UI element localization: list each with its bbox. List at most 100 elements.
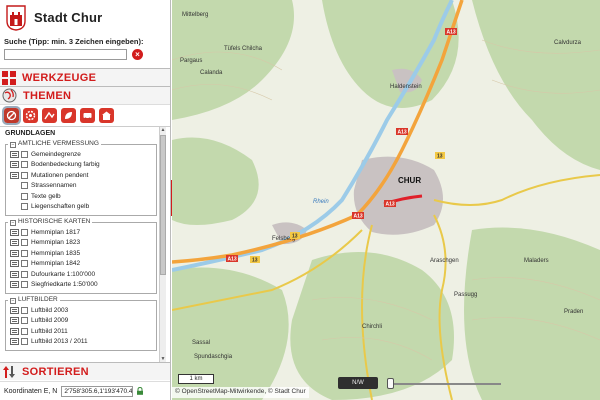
legend-icon[interactable] bbox=[10, 327, 19, 335]
layer-item[interactable]: Bodenbedeckung farbig bbox=[10, 160, 152, 171]
layer-item[interactable]: Luftbild 2003 bbox=[10, 305, 152, 316]
scroll-thumb[interactable] bbox=[160, 135, 166, 275]
layer-checkbox[interactable] bbox=[21, 249, 28, 257]
layer-group-header[interactable]: − HISTORISCHE KARTEN bbox=[8, 218, 92, 226]
layer-checkbox[interactable] bbox=[21, 306, 28, 314]
road-shield: A13 bbox=[354, 214, 363, 220]
opacity-slider[interactable] bbox=[387, 378, 505, 389]
legend-icon[interactable] bbox=[10, 270, 19, 278]
theme-vermessung-icon[interactable] bbox=[2, 106, 21, 125]
layer-item[interactable]: Dufourkarte 1:100'000 bbox=[10, 269, 152, 280]
layer-item[interactable]: Mutationen pendent bbox=[10, 170, 152, 181]
collapse-icon: − bbox=[10, 142, 16, 148]
layer-item[interactable]: Luftbild 2013 / 2011 bbox=[10, 337, 152, 348]
legend-icon[interactable] bbox=[10, 260, 19, 268]
legend-icon[interactable] bbox=[10, 306, 19, 314]
layer-item[interactable]: Hemmiplan 1842 bbox=[10, 259, 152, 270]
brand-header: Stadt Chur bbox=[0, 0, 170, 35]
werkzeuge-label: WERKZEUGE bbox=[22, 71, 97, 84]
layer-scrollbar[interactable]: ▲ ▼ bbox=[159, 127, 166, 362]
scale-bar: 1 km bbox=[178, 374, 214, 384]
legend-icon[interactable] bbox=[10, 161, 19, 169]
map-label: Haldenstein bbox=[390, 84, 422, 90]
map-label: Araschgen bbox=[430, 258, 459, 264]
theme-werkleitungen-icon[interactable] bbox=[23, 108, 38, 123]
theme-planung-icon[interactable] bbox=[42, 108, 57, 123]
map-label: Chirchli bbox=[362, 324, 382, 330]
legend-icon[interactable] bbox=[10, 150, 19, 158]
scroll-up-icon[interactable]: ▲ bbox=[160, 127, 166, 134]
legend-icon[interactable] bbox=[10, 317, 19, 325]
map-label: Tüfels Chilcha bbox=[224, 46, 263, 52]
search-hint: Suche (Tipp: min. 3 Zeichen eingeben): bbox=[4, 37, 144, 46]
layer-item[interactable]: Hemmiplan 1823 bbox=[10, 238, 152, 249]
opacity-track[interactable] bbox=[391, 383, 501, 385]
road-shield: A13 bbox=[228, 257, 237, 263]
theme-toolbar bbox=[0, 104, 170, 126]
legend-icon[interactable] bbox=[10, 171, 19, 179]
layer-checkbox[interactable] bbox=[21, 228, 28, 236]
legend-icon[interactable] bbox=[10, 338, 19, 346]
layer-group: − LUFTBILDER Luftbild 2003 Luftbild 2009 … bbox=[5, 296, 157, 351]
layer-item[interactable]: Siegfriedkarte 1:50'000 bbox=[10, 280, 152, 291]
legend-icon[interactable] bbox=[10, 249, 19, 257]
map-label: CHUR bbox=[398, 176, 421, 185]
layer-item[interactable]: Gemeindegrenze bbox=[10, 149, 152, 160]
layer-group-header[interactable]: − LUFTBILDER bbox=[8, 296, 60, 304]
layer-item[interactable]: Strassennamen bbox=[10, 181, 152, 192]
legend-icon[interactable] bbox=[10, 239, 19, 247]
layer-item[interactable]: Luftbild 2009 bbox=[10, 316, 152, 327]
layer-checkbox[interactable] bbox=[21, 239, 28, 247]
opacity-handle[interactable] bbox=[387, 378, 394, 389]
panel-header-werkzeuge[interactable]: WERKZEUGE bbox=[0, 68, 170, 86]
legend-icon[interactable] bbox=[10, 281, 19, 289]
layer-checkbox[interactable] bbox=[21, 327, 28, 335]
lock-icon[interactable] bbox=[136, 387, 144, 395]
map-label: Praden bbox=[564, 309, 583, 315]
clear-search-button[interactable]: × bbox=[132, 49, 143, 60]
theme-umwelt-icon[interactable] bbox=[61, 108, 76, 123]
north-west-button[interactable]: N/W bbox=[338, 377, 378, 389]
collapse-icon: − bbox=[10, 220, 16, 226]
theme-verkehr-icon[interactable] bbox=[80, 108, 95, 123]
layer-item[interactable]: Hemmiplan 1835 bbox=[10, 248, 152, 259]
sortieren-label: SORTIEREN bbox=[22, 365, 89, 378]
road-shield: 13 bbox=[292, 234, 298, 240]
layer-item[interactable]: Texte gelb bbox=[10, 191, 152, 202]
panel-header-sortieren[interactable]: SORTIEREN bbox=[0, 362, 170, 380]
search-section: Suche (Tipp: min. 3 Zeichen eingeben): × bbox=[0, 35, 170, 60]
layer-checkbox[interactable] bbox=[21, 317, 28, 325]
chur-settlement bbox=[353, 156, 443, 235]
legend-icon[interactable] bbox=[10, 228, 19, 236]
layer-checkbox[interactable] bbox=[21, 161, 28, 169]
layer-checkbox[interactable] bbox=[21, 281, 28, 289]
map-label: Sassal bbox=[192, 340, 210, 346]
coords-field[interactable]: 2'758'305.6,1'193'470.4 bbox=[61, 385, 134, 397]
layer-checkbox[interactable] bbox=[21, 171, 28, 179]
layer-checkbox[interactable] bbox=[21, 192, 28, 200]
road-shield: 13 bbox=[437, 154, 443, 160]
app-title: Stadt Chur bbox=[34, 10, 103, 25]
layer-checkbox[interactable] bbox=[21, 203, 28, 211]
road-shield: A13 bbox=[398, 130, 407, 136]
map-label: Pargaus bbox=[180, 58, 202, 64]
layer-item[interactable]: Luftbild 2011 bbox=[10, 326, 152, 337]
layer-item[interactable]: Hemmiplan 1817 bbox=[10, 227, 152, 238]
layer-checkbox[interactable] bbox=[21, 270, 28, 278]
theme-gebaeude-icon[interactable] bbox=[99, 108, 114, 123]
layer-checkbox[interactable] bbox=[21, 338, 28, 346]
map-attribution[interactable]: © OpenStreetMap-Mitwirkende, © Stadt Chu… bbox=[172, 387, 309, 398]
layer-checkbox[interactable] bbox=[21, 182, 28, 190]
map-label: Spundaschgia bbox=[194, 354, 233, 360]
layer-checkbox[interactable] bbox=[21, 150, 28, 158]
search-input[interactable] bbox=[4, 49, 127, 60]
layer-group: − HISTORISCHE KARTEN Hemmiplan 1817 Hemmi… bbox=[5, 218, 157, 294]
panel-header-themen[interactable]: THEMEN bbox=[0, 86, 170, 104]
map-canvas[interactable]: Mittelberg Tüfels Chilcha Pargaus Caland… bbox=[172, 0, 600, 400]
layer-item[interactable]: Liegenschaften gelb bbox=[10, 202, 152, 213]
layer-checkbox[interactable] bbox=[21, 260, 28, 268]
map-label: Calvdurza bbox=[554, 40, 582, 46]
layer-group-header[interactable]: − AMTLICHE VERMESSUNG bbox=[8, 140, 101, 148]
chur-crest-icon bbox=[6, 4, 26, 31]
map-view[interactable]: Mittelberg Tüfels Chilcha Pargaus Caland… bbox=[172, 0, 600, 400]
